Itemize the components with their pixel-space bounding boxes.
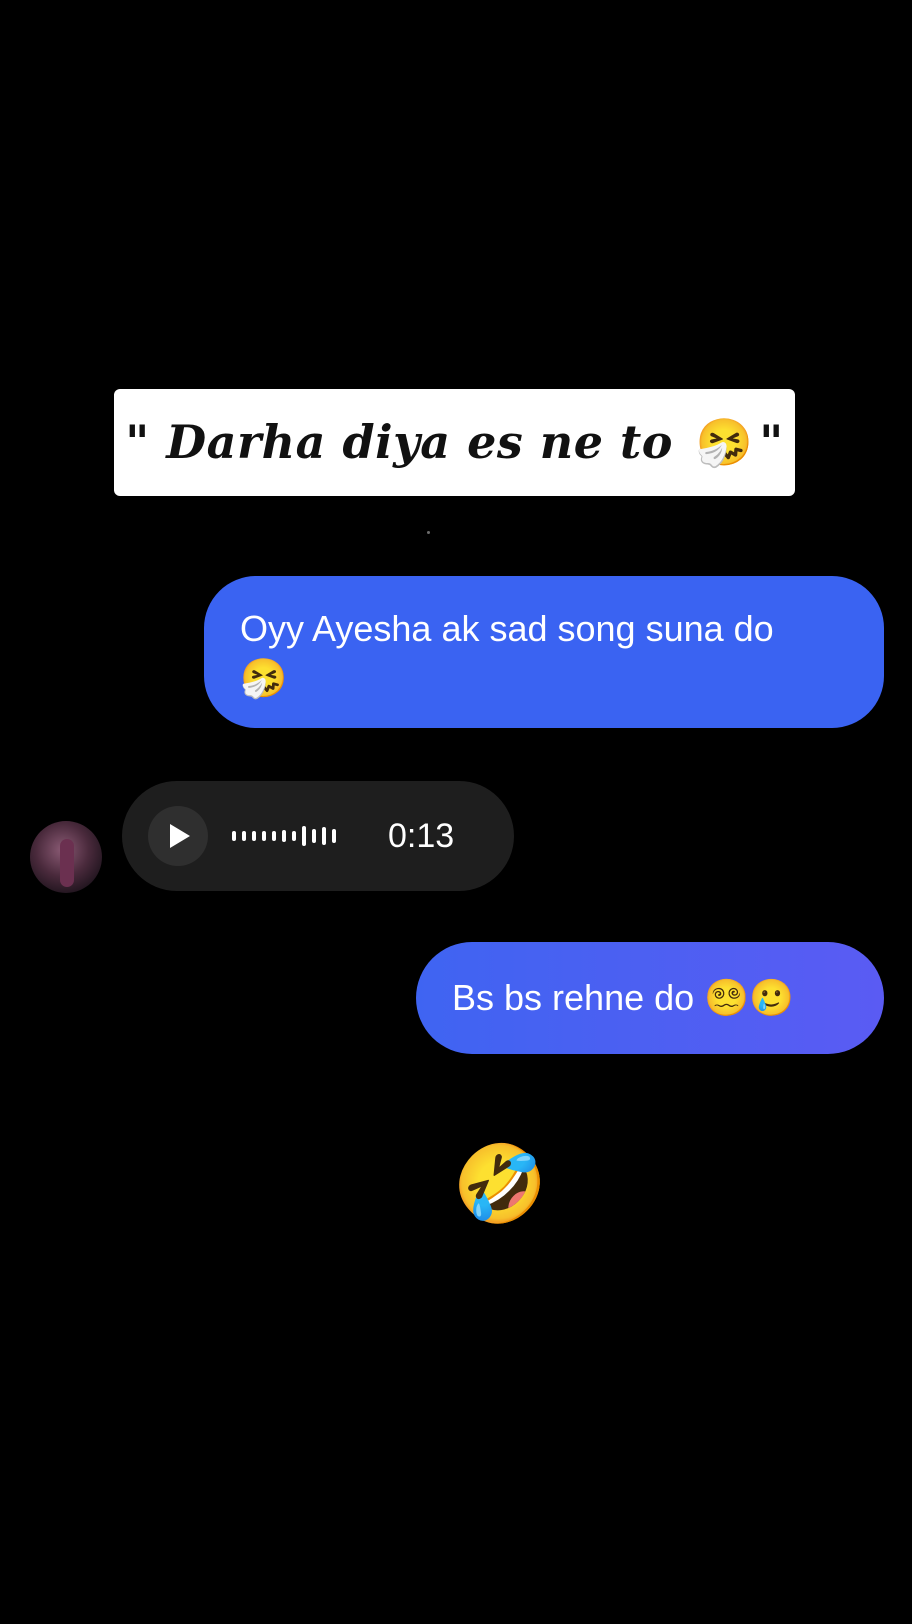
caption-quote-text: " Darha diya es ne to: [125, 415, 690, 469]
waveform-bar: [322, 827, 326, 845]
waveform-bar: [272, 831, 276, 841]
waveform-bar: [292, 831, 296, 841]
waveform-bar: [262, 831, 266, 841]
waveform-bar: [332, 829, 336, 843]
caption-text: " Darha diya es ne to 🤧 ": [125, 415, 783, 470]
play-button[interactable]: [148, 806, 208, 866]
caption-banner: " Darha diya es ne to 🤧 ": [114, 389, 795, 496]
message-text: Bs bs rehne do 😵‍💫🥲: [452, 977, 794, 1018]
waveform-icon: [232, 824, 336, 848]
caption-closing-quote: ": [759, 415, 784, 469]
message-emoji: 🤧: [240, 658, 288, 700]
outgoing-message-1[interactable]: Oyy Ayesha ak sad song suna do 🤧: [204, 576, 884, 728]
message-text: Oyy Ayesha ak sad song suna do: [240, 608, 774, 649]
sneezing-emoji: 🤧: [695, 415, 754, 469]
outgoing-message-2[interactable]: Bs bs rehne do 😵‍💫🥲: [416, 942, 884, 1054]
waveform-bar: [232, 831, 236, 841]
laughing-emojis: 😂🤣: [362, 1142, 550, 1227]
avatar[interactable]: [30, 821, 102, 893]
waveform-bar: [282, 830, 286, 842]
waveform-bar: [242, 831, 246, 841]
divider-dot: [427, 531, 430, 534]
waveform-bar: [252, 831, 256, 841]
play-icon: [170, 824, 190, 848]
waveform-bar: [312, 829, 316, 843]
voice-message-bubble[interactable]: 0:13: [122, 781, 514, 891]
voice-duration: 0:13: [388, 817, 455, 855]
waveform-bar: [302, 826, 306, 846]
